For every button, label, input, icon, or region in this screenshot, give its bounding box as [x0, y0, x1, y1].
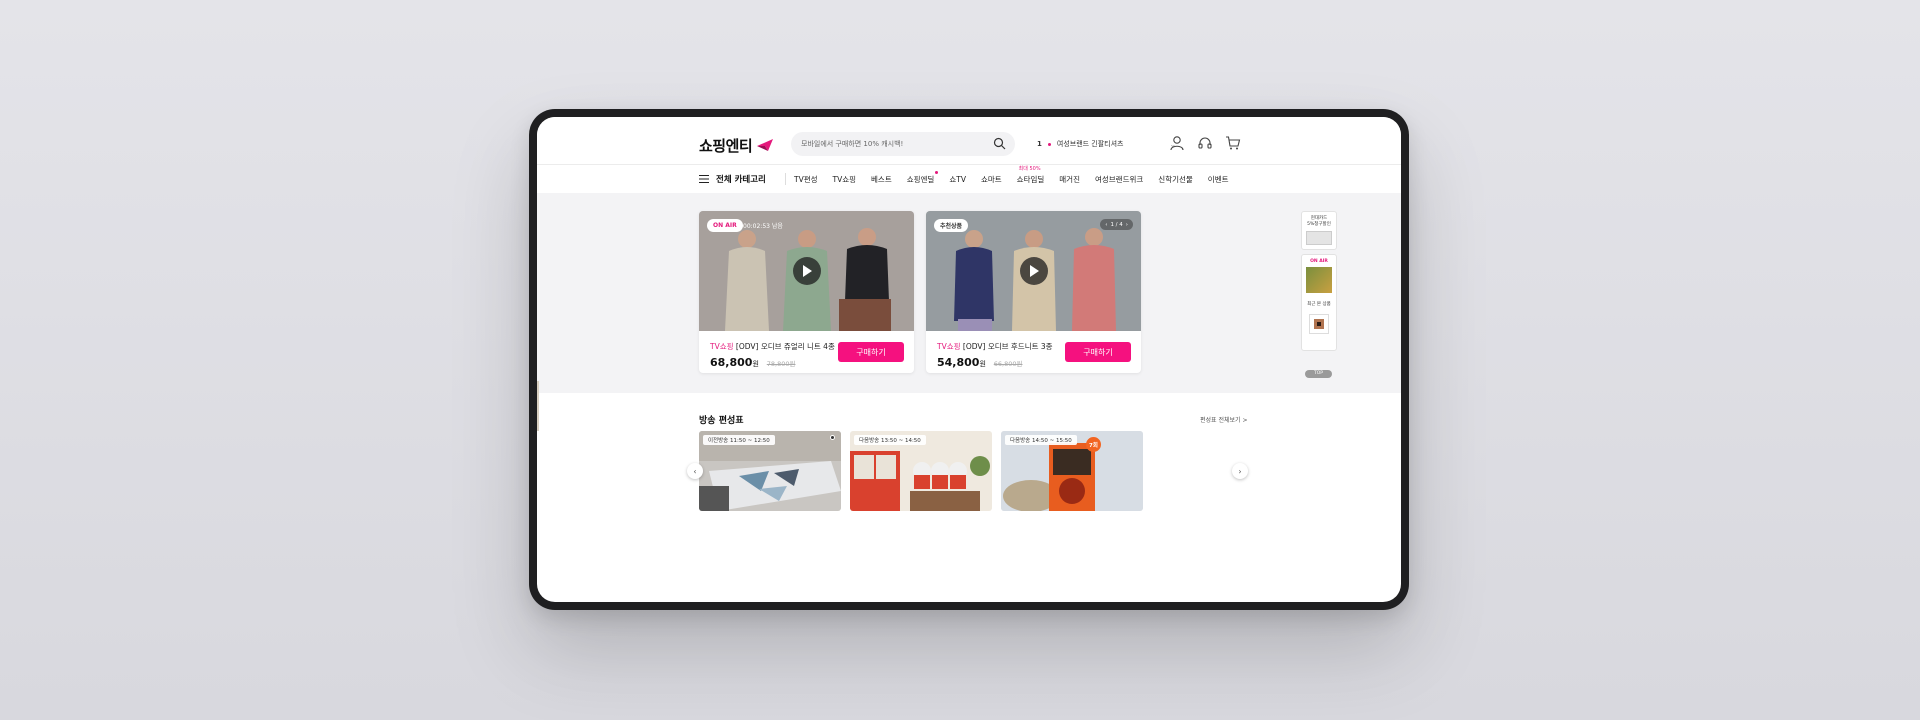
- schedule-prev-button[interactable]: ‹: [687, 463, 703, 479]
- tablet-frame: 쇼핑엔티 1 여성브랜드 긴팔티셔츠: [529, 109, 1409, 610]
- nav-item-showtime-deal[interactable]: 최대 50% 쇼타임딜: [1016, 166, 1045, 185]
- ticker-dot-icon: [1047, 142, 1051, 146]
- original-price: 66,800원: [993, 360, 1023, 368]
- nav-item-best[interactable]: 베스트: [871, 174, 892, 185]
- site-logo[interactable]: 쇼핑엔티: [699, 133, 774, 157]
- play-button[interactable]: [1020, 257, 1048, 285]
- onair-thumbnail[interactable]: [1306, 267, 1332, 293]
- side-onair-label[interactable]: ON AIR: [1302, 259, 1336, 264]
- product-name: [ODV] 오디브 쥬얼리 니트 4종: [735, 342, 835, 351]
- nav-item-new-semester-gift[interactable]: 신학기선물: [1158, 174, 1193, 185]
- header-icons: [1169, 135, 1241, 151]
- popular-keyword-ticker[interactable]: 1 여성브랜드 긴팔티셔츠 ⌄: [1037, 139, 1176, 149]
- product-channel: TV쇼핑: [937, 342, 961, 351]
- chevron-left-icon: ‹: [693, 466, 697, 476]
- product-price: 54,800원 66,800원: [937, 356, 1053, 369]
- episode-badge: 7회: [1086, 437, 1101, 452]
- search-input[interactable]: [801, 140, 991, 148]
- carousel-pager[interactable]: ‹ 1 / 4 ›: [1100, 219, 1133, 230]
- card-promo-image: [1306, 231, 1332, 245]
- bookmark-dot-icon[interactable]: [830, 435, 835, 440]
- remaining-timer: 00:02:53 남음: [743, 223, 783, 230]
- nav-item-show-tv[interactable]: 쇼TV: [949, 174, 966, 185]
- schedule-more-link[interactable]: 편성표 전체보기 >: [1200, 415, 1247, 424]
- nav-item-shopping-deal[interactable]: 쇼핑엔딜: [906, 170, 939, 185]
- new-dot-icon: [935, 170, 939, 174]
- edge-strip: [537, 381, 539, 431]
- chevron-right-icon: ›: [1238, 466, 1242, 476]
- price-value: 68,800: [710, 356, 753, 369]
- customer-service-headset-icon[interactable]: [1197, 135, 1213, 151]
- nav-item-shopping-deal-label: 쇼핑엔딜: [906, 174, 935, 184]
- ticker-rank: 1: [1037, 140, 1042, 148]
- buy-button[interactable]: 구매하기: [838, 342, 904, 362]
- ticker-text: 여성브랜드 긴팔티셔츠: [1056, 140, 1124, 148]
- all-category-label: 전체 카테고리: [716, 175, 766, 185]
- price-unit: 원: [979, 360, 986, 368]
- recommended-product-card[interactable]: 추천상품 ‹ 1 / 4 › TV쇼핑 [ODV] 오디브 후드니트 3종 54…: [926, 211, 1141, 373]
- recent-item-thumbnail[interactable]: [1309, 314, 1329, 334]
- product-channel: TV쇼핑: [710, 342, 734, 351]
- schedule-next-button[interactable]: ›: [1232, 463, 1248, 479]
- cart-icon[interactable]: [1225, 135, 1241, 151]
- quick-side-bar: 현대카드 5%청구할인 ON AIR 최근 본 상품 TOP: [1301, 211, 1337, 378]
- live-product-card[interactable]: ON AIR 00:02:53 남음 TV쇼핑 [ODV] 오디브 쥬얼리 니트…: [699, 211, 914, 373]
- product-info: TV쇼핑 [ODV] 오디브 후드니트 3종 54,800원 66,800원: [937, 341, 1053, 369]
- onair-tag: ON AIR: [707, 219, 743, 232]
- nav-item-tv-schedule[interactable]: TV편성: [794, 174, 818, 185]
- card-promo-line2: 5%청구할인: [1307, 222, 1331, 227]
- logo-bird-icon: [757, 139, 774, 151]
- main-nav: 전체 카테고리 TV편성 TV쇼핑 베스트 쇼핑엔딜 쇼TV 쇼마트 최대 50…: [537, 164, 1401, 193]
- recent-viewed-label: 최근 본 상품: [1307, 302, 1331, 307]
- nav-divider: [785, 173, 786, 185]
- all-category-button[interactable]: 전체 카테고리: [699, 173, 785, 185]
- product-info: TV쇼핑 [ODV] 오디브 쥬얼리 니트 4종 68,800원 78,800원: [710, 341, 835, 369]
- play-button[interactable]: [793, 257, 821, 285]
- schedule-item[interactable]: 다음방송 13:50 ~ 14:50: [850, 431, 992, 511]
- browser-screen: 쇼핑엔티 1 여성브랜드 긴팔티셔츠: [537, 117, 1401, 602]
- play-icon: [803, 265, 812, 277]
- search-icon[interactable]: [993, 137, 1006, 150]
- nav-item-women-brand-week[interactable]: 여성브랜드위크: [1095, 174, 1143, 185]
- pager-count: 1 / 4: [1110, 221, 1123, 228]
- product-title[interactable]: TV쇼핑 [ODV] 오디브 쥬얼리 니트 4종: [710, 341, 835, 352]
- original-price: 78,800원: [766, 360, 796, 368]
- schedule-time-label: 다음방송 13:50 ~ 14:50: [854, 435, 926, 445]
- price-value: 54,800: [937, 356, 980, 369]
- nav-item-magazine[interactable]: 매거진: [1059, 174, 1080, 185]
- user-icon[interactable]: [1169, 135, 1185, 151]
- buy-button[interactable]: 구매하기: [1065, 342, 1131, 362]
- chevron-right-icon[interactable]: ›: [1126, 222, 1128, 228]
- play-icon: [1030, 265, 1039, 277]
- recommended-tag: 추천상품: [934, 219, 969, 232]
- card-promo-box[interactable]: 현대카드 5%청구할인: [1301, 211, 1337, 250]
- product-title[interactable]: TV쇼핑 [ODV] 오디브 후드니트 3종: [937, 341, 1053, 352]
- product-price: 68,800원 78,800원: [710, 356, 835, 369]
- nav-item-tv-shopping[interactable]: TV쇼핑: [833, 174, 857, 185]
- schedule-title: 방송 편성표: [699, 416, 744, 426]
- price-unit: 원: [752, 360, 759, 368]
- search-bar[interactable]: [791, 132, 1015, 156]
- schedule-item[interactable]: 다음방송 14:50 ~ 15:50 7회: [1001, 431, 1143, 511]
- hero-banner-area: ON AIR 00:02:53 남음 TV쇼핑 [ODV] 오디브 쥬얼리 니트…: [537, 193, 1401, 431]
- schedule-time-label: 다음방송 14:50 ~ 15:50: [1005, 435, 1077, 445]
- nav-item-showtime-deal-label: 쇼타임딜: [1016, 174, 1045, 184]
- chevron-left-icon[interactable]: ‹: [1105, 222, 1107, 228]
- discount-badge: 최대 50%: [1018, 165, 1041, 172]
- schedule-item[interactable]: 이전방송 11:50 ~ 12:50: [699, 431, 841, 511]
- hamburger-icon: [699, 175, 709, 183]
- top-button[interactable]: TOP: [1305, 370, 1332, 378]
- nav-item-event[interactable]: 이벤트: [1208, 174, 1229, 185]
- product-name: [ODV] 오디브 후드니트 3종: [962, 342, 1053, 351]
- side-recent-box: ON AIR 최근 본 상품: [1301, 254, 1337, 351]
- logo-text: 쇼핑엔티: [699, 136, 753, 155]
- nav-item-show-mart[interactable]: 쇼마트: [981, 174, 1002, 185]
- schedule-time-label: 이전방송 11:50 ~ 12:50: [703, 435, 775, 445]
